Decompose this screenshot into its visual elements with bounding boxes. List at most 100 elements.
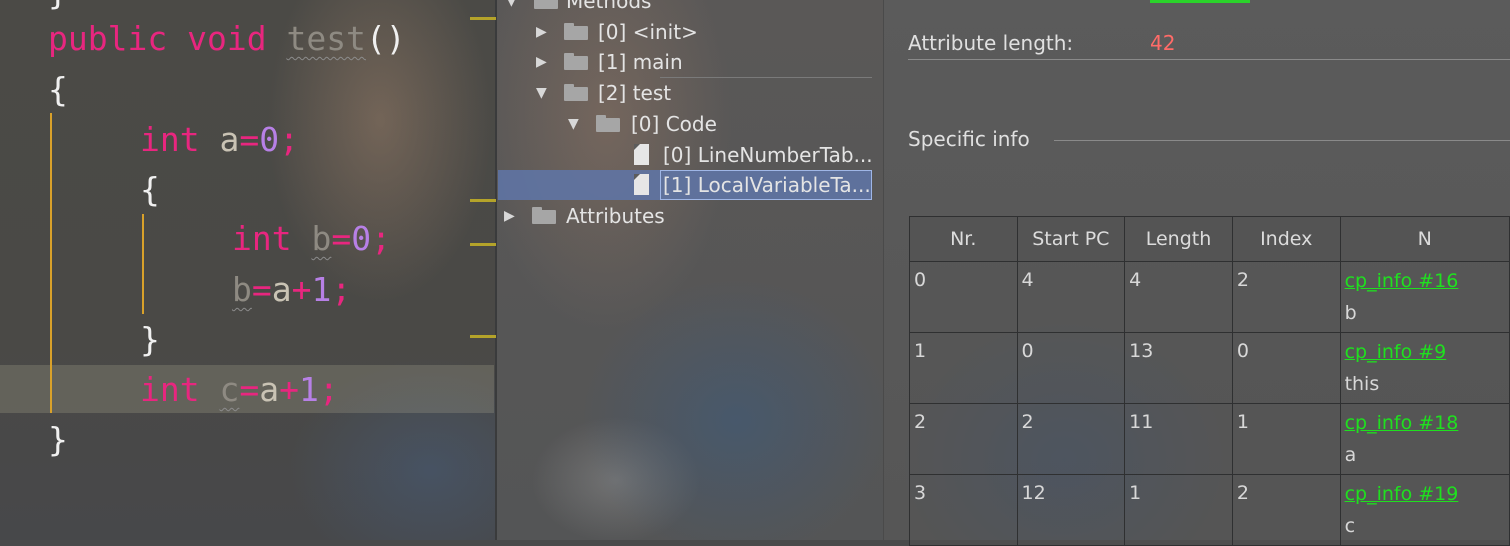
tree-node-label: Methods bbox=[566, 0, 652, 13]
tree-node-test[interactable]: ▼ [2] test bbox=[498, 78, 878, 108]
table-header-row: Nr. Start PC Length Index N bbox=[909, 216, 1510, 262]
indent-guide bbox=[50, 113, 52, 413]
cp-info-link[interactable]: cp_info #18 bbox=[1345, 411, 1509, 435]
tree-node-label: [1] LocalVariableTa... bbox=[663, 173, 871, 197]
tree-node-label: [0] Code bbox=[631, 112, 717, 136]
variable-b: b bbox=[311, 219, 332, 258]
cell-name: cp_info #19 c bbox=[1339, 474, 1510, 546]
semicolon: ; bbox=[331, 270, 352, 309]
table-row[interactable]: 1 0 13 0 cp_info #9 this bbox=[909, 332, 1510, 404]
tree-node-label: [0] <init> bbox=[598, 20, 698, 44]
folder-icon bbox=[564, 84, 588, 101]
cell-nr: 1 bbox=[909, 332, 1018, 404]
method-parens: () bbox=[365, 19, 406, 58]
operator-assign: = bbox=[239, 370, 260, 409]
tree-node-label: [1] main bbox=[598, 50, 683, 74]
method-name: test bbox=[286, 19, 366, 58]
table-row[interactable]: 0 4 4 2 cp_info #16 b bbox=[909, 261, 1510, 333]
column-header-index[interactable]: Index bbox=[1231, 216, 1341, 262]
change-marker[interactable] bbox=[470, 199, 496, 202]
number-literal: 0 bbox=[259, 120, 280, 159]
cell-index: 2 bbox=[1231, 474, 1341, 546]
specific-info-label: Specific info bbox=[908, 127, 1030, 151]
operator-assign: = bbox=[331, 219, 352, 258]
variable-name: c bbox=[1344, 515, 1356, 537]
change-marker[interactable] bbox=[470, 243, 496, 246]
class-structure-tree[interactable]: ▼ Methods ▶ [0] <init> ▶ [1] main ▼ [2] … bbox=[498, 0, 884, 540]
local-variable-table: Nr. Start PC Length Index N 0 4 4 2 cp_i… bbox=[909, 216, 1510, 546]
tree-node-label: [2] test bbox=[598, 81, 672, 105]
cell-start-pc: 2 bbox=[1016, 403, 1126, 475]
code-open-brace[interactable]: { bbox=[140, 165, 160, 215]
code-close-brace[interactable]: } bbox=[48, 415, 68, 465]
cell-length: 4 bbox=[1124, 261, 1233, 333]
chevron-down-icon[interactable]: ▼ bbox=[568, 109, 582, 139]
number-literal: 0 bbox=[351, 219, 372, 258]
cell-nr: 2 bbox=[909, 403, 1018, 475]
attribute-length-value: 42 bbox=[1150, 31, 1176, 55]
tree-node-label: [0] LineNumberTab... bbox=[663, 143, 873, 167]
operator-plus: + bbox=[279, 370, 299, 409]
tree-node-init[interactable]: ▶ [0] <init> bbox=[498, 17, 878, 47]
chevron-right-icon[interactable]: ▶ bbox=[536, 47, 550, 77]
link-underline-fragment[interactable] bbox=[1150, 0, 1250, 3]
cell-index: 2 bbox=[1231, 261, 1341, 333]
folder-icon bbox=[564, 53, 588, 70]
attribute-length-label: Attribute length: bbox=[908, 31, 1074, 55]
cp-info-link[interactable]: cp_info #19 bbox=[1345, 482, 1509, 506]
cp-info-link[interactable]: cp_info #9 bbox=[1345, 340, 1509, 364]
cp-info-link[interactable]: cp_info #16 bbox=[1345, 269, 1509, 293]
column-header-nr[interactable]: Nr. bbox=[909, 216, 1018, 262]
change-marker[interactable] bbox=[470, 17, 496, 20]
cell-nr: 0 bbox=[909, 261, 1018, 333]
code-editor[interactable]: } public void test() { int a=0; { int b=… bbox=[0, 0, 496, 540]
column-header-length[interactable]: Length bbox=[1124, 216, 1233, 262]
change-marker[interactable] bbox=[470, 335, 496, 338]
tree-node-code[interactable]: ▼ [0] Code bbox=[498, 109, 878, 139]
code-line-int-c[interactable]: int c=a+1; bbox=[140, 365, 339, 415]
folder-icon bbox=[564, 23, 588, 40]
chevron-right-icon[interactable]: ▶ bbox=[504, 201, 518, 231]
tree-node-label: Attributes bbox=[566, 204, 665, 228]
number-literal: 1 bbox=[311, 270, 332, 309]
variable-c: c bbox=[219, 370, 240, 409]
operator-assign: = bbox=[239, 120, 260, 159]
separator-line bbox=[908, 59, 1510, 60]
tree-node-main[interactable]: ▶ [1] main bbox=[498, 47, 878, 77]
tree-node-local-variable-table[interactable]: [1] LocalVariableTa... bbox=[498, 170, 878, 200]
number-literal: 1 bbox=[298, 370, 319, 409]
variable-b: b bbox=[232, 270, 252, 309]
tree-node-line-number-table[interactable]: [0] LineNumberTab... bbox=[498, 140, 878, 170]
tree-node-attributes[interactable]: ▶ Attributes bbox=[498, 201, 878, 231]
variable-a: a bbox=[259, 370, 280, 409]
variable-a: a bbox=[219, 120, 240, 159]
chevron-down-icon[interactable]: ▼ bbox=[536, 78, 550, 108]
folder-icon bbox=[534, 0, 558, 9]
operator-plus: + bbox=[291, 270, 312, 309]
chevron-right-icon[interactable]: ▶ bbox=[536, 17, 550, 47]
chevron-down-icon[interactable]: ▼ bbox=[506, 0, 520, 16]
cell-start-pc: 12 bbox=[1016, 474, 1126, 546]
table-row[interactable]: 3 12 1 2 cp_info #19 c bbox=[909, 474, 1510, 546]
column-header-start-pc[interactable]: Start PC bbox=[1016, 216, 1126, 262]
cell-nr: 3 bbox=[909, 474, 1018, 546]
code-line-int-a[interactable]: int a=0; bbox=[140, 115, 299, 165]
code-line-int-b[interactable]: int b=0; bbox=[232, 214, 391, 264]
cell-length: 13 bbox=[1124, 332, 1233, 404]
code-close-brace[interactable]: } bbox=[140, 315, 160, 365]
variable-name: b bbox=[1344, 302, 1357, 324]
semicolon: ; bbox=[371, 219, 391, 258]
code-line-assign-b[interactable]: b=a+1; bbox=[232, 265, 351, 315]
semicolon: ; bbox=[318, 370, 339, 409]
cell-index: 0 bbox=[1231, 332, 1341, 404]
keyword-int: int bbox=[140, 370, 200, 409]
method-signature-line[interactable]: public void test() bbox=[48, 14, 406, 64]
cell-length: 1 bbox=[1124, 474, 1233, 546]
column-header-name[interactable]: N bbox=[1339, 216, 1510, 262]
tree-node-methods[interactable]: ▼ Methods bbox=[498, 0, 878, 16]
cell-start-pc: 4 bbox=[1016, 261, 1126, 333]
variable-a: a bbox=[271, 270, 292, 309]
table-row[interactable]: 2 2 11 1 cp_info #18 a bbox=[909, 403, 1510, 475]
folder-icon bbox=[596, 115, 620, 132]
code-open-brace[interactable]: { bbox=[48, 65, 68, 115]
